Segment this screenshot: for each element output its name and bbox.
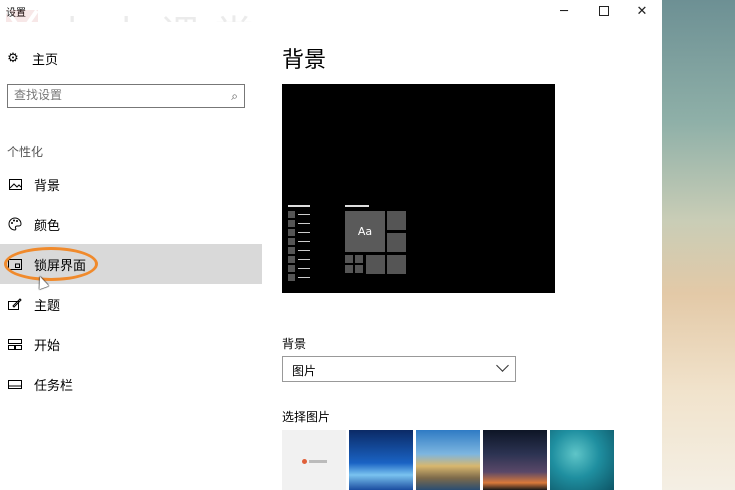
background-preview: Aa [282,84,555,293]
sidebar-item-start[interactable]: 开始 [0,324,262,364]
preview-tile [366,255,385,274]
preview-start-square [288,220,295,227]
minimize-icon: ─ [560,3,568,19]
background-label: 背景 [282,337,307,351]
start-icon [7,336,23,352]
main-content: 背景 Aa 背景 图片 选择图片 [262,22,662,490]
sidebar-item-themes[interactable]: 主题 [0,284,262,324]
palette-icon [7,216,23,232]
sidebar-home-label: 主页 [32,53,59,68]
sidebar-item-label: 背景 [34,178,61,194]
settings-window: 设置 ─ ✕ 小小课堂 ⚙ 主页 ⌕ 个性化 背景 [0,0,662,490]
thumbnail-logo-text [309,460,327,463]
picture-thumbnail[interactable] [550,430,614,490]
maximize-icon [599,6,609,16]
sidebar-item-label: 主题 [34,298,61,314]
close-icon: ✕ [636,3,648,19]
chevron-down-icon [496,359,509,372]
picture-thumbnail[interactable] [416,430,480,490]
page-title: 背景 [282,48,327,73]
section-title: 个性化 [7,145,44,159]
close-button[interactable]: ✕ [624,0,660,22]
highlight-annotation [4,247,98,281]
desktop-wallpaper [662,0,735,490]
picture-thumbnail[interactable] [282,430,346,490]
taskbar-icon [7,376,23,392]
picture-thumbnails [282,430,617,490]
sidebar-home[interactable]: ⚙ 主页 [6,49,58,68]
preview-start-line [298,214,310,215]
preview-start-bar [288,205,310,207]
sidebar-item-label: 任务栏 [34,378,74,394]
maximize-button[interactable] [586,0,622,22]
preview-start-line [298,232,310,233]
minimize-button[interactable]: ─ [546,0,582,22]
preview-start-line [298,250,310,251]
preview-tile [355,255,363,263]
gear-icon: ⚙ [7,51,19,66]
picture-thumbnail[interactable] [349,430,413,490]
choose-picture-label: 选择图片 [282,410,331,424]
preview-start-square [288,247,295,254]
sidebar-item-taskbar[interactable]: 任务栏 [0,364,262,404]
preview-tile [345,255,353,263]
sidebar-item-label: 颜色 [34,218,61,234]
search-input[interactable] [14,88,214,102]
theme-icon [7,296,23,312]
window-title: 设置 [6,8,26,19]
preview-tile [387,211,406,230]
search-icon[interactable]: ⌕ [231,89,238,104]
preview-start-square [288,265,295,272]
preview-start-line [298,223,310,224]
sidebar-item-label: 开始 [34,338,61,354]
thumbnail-logo-mark [302,459,307,464]
preview-tile-aa: Aa [345,211,385,252]
preview-start-line [298,268,310,269]
preview-start-line [298,277,310,278]
preview-start-square [288,256,295,263]
preview-tile [355,265,363,273]
preview-start-square [288,238,295,245]
image-icon [7,176,23,192]
preview-tile [387,233,406,252]
preview-start-line [298,241,310,242]
preview-start-square [288,211,295,218]
preview-start-square [288,274,295,281]
title-bar: 设置 ─ ✕ [0,0,662,22]
sidebar-item-colors[interactable]: 颜色 [0,204,262,244]
sidebar-item-background[interactable]: 背景 [0,164,262,204]
preview-tiles-bar [345,205,369,207]
preview-start-line [298,259,310,260]
preview-tile [387,255,406,274]
preview-tile [345,265,353,273]
background-type-select[interactable]: 图片 [282,356,516,382]
background-type-value: 图片 [292,364,317,378]
preview-start-square [288,229,295,236]
picture-thumbnail[interactable] [483,430,547,490]
search-box[interactable]: ⌕ [7,84,245,108]
